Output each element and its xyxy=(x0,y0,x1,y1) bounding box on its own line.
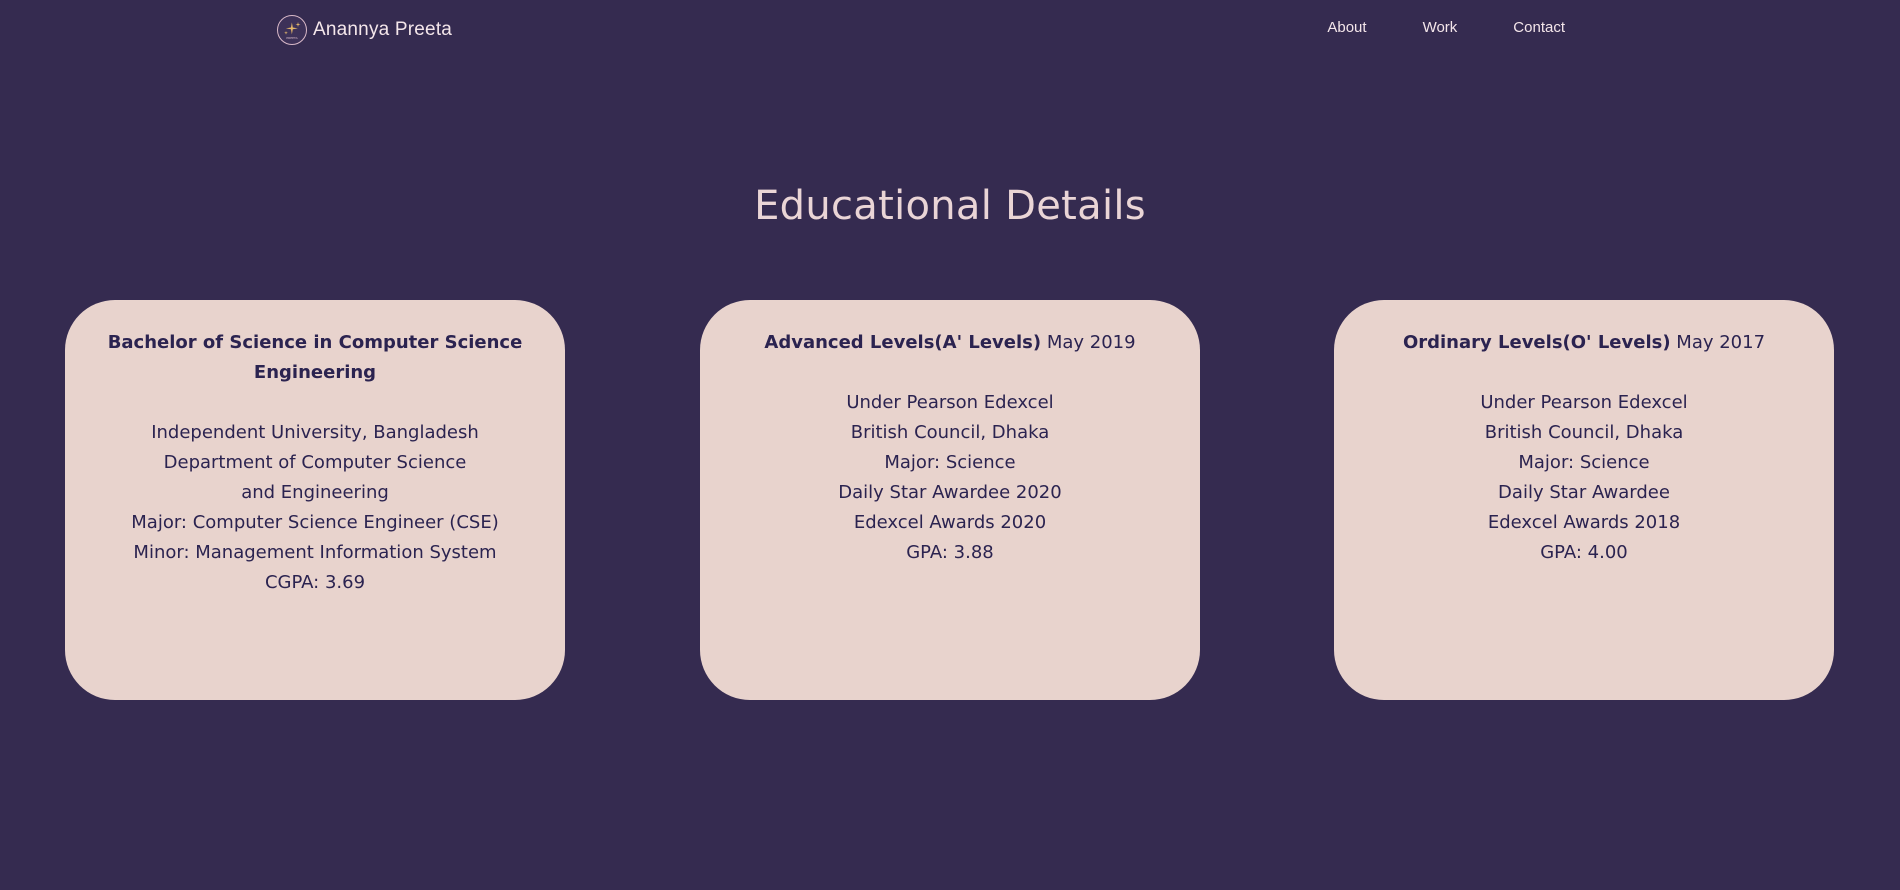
card-line: GPA: 4.00 xyxy=(1540,542,1628,563)
nav-link-work[interactable]: Work xyxy=(1423,19,1458,36)
card-line: Daily Star Awardee xyxy=(1498,482,1670,503)
card-title: Advanced Levels(A' Levels) xyxy=(764,332,1042,353)
card-date: May 2019 xyxy=(1046,332,1136,353)
card-line: British Council, Dhaka xyxy=(1484,422,1684,443)
education-card-o-levels: Ordinary Levels(O' Levels) May 2017 Unde… xyxy=(1334,300,1834,700)
card-line: and Engineering xyxy=(241,482,389,503)
card-title: Bachelor of Science in Computer Science … xyxy=(107,332,523,383)
card-line: Department of Computer Science xyxy=(163,452,467,473)
card-line: CGPA: 3.69 xyxy=(264,572,366,593)
brand-name[interactable]: Anannya Preeta xyxy=(313,19,452,41)
navbar: PREETA Anannya Preeta About Work Contact xyxy=(0,0,1900,60)
card-heading: Ordinary Levels(O' Levels) May 2017 xyxy=(1370,328,1798,358)
card-line: GPA: 3.88 xyxy=(906,542,994,563)
card-line: Edexcel Awards 2020 xyxy=(853,512,1047,533)
card-date: May 2017 xyxy=(1676,332,1766,353)
card-heading: Bachelor of Science in Computer Science … xyxy=(101,328,529,388)
logo-icon: PREETA xyxy=(277,15,307,45)
nav-link-about[interactable]: About xyxy=(1327,19,1366,36)
card-line: Major: Science xyxy=(1518,452,1650,473)
card-line: Major: Science xyxy=(884,452,1016,473)
logo-sparkle-icon: PREETA xyxy=(284,22,301,40)
nav-link-contact[interactable]: Contact xyxy=(1513,19,1565,36)
brand-home-link[interactable]: PREETA Anannya Preeta xyxy=(277,15,452,45)
education-card-bsc: Bachelor of Science in Computer Science … xyxy=(65,300,565,700)
card-line: Major: Computer Science Engineer (CSE) xyxy=(131,512,499,533)
card-line: Edexcel Awards 2018 xyxy=(1487,512,1681,533)
card-line: Minor: Management Information System xyxy=(133,542,497,563)
card-title: Ordinary Levels(O' Levels) xyxy=(1402,332,1671,353)
card-line: Independent University, Bangladesh xyxy=(151,422,479,443)
section-title: Educational Details xyxy=(754,183,1146,229)
card-line: British Council, Dhaka xyxy=(850,422,1050,443)
card-line: Under Pearson Edexcel xyxy=(846,392,1054,413)
card-line: Under Pearson Edexcel xyxy=(1480,392,1688,413)
card-line: Daily Star Awardee 2020 xyxy=(838,482,1062,503)
logo-text: PREETA xyxy=(286,36,298,40)
education-card-a-levels: Advanced Levels(A' Levels) May 2019 Unde… xyxy=(700,300,1200,700)
nav-links: About Work Contact xyxy=(1327,19,1565,36)
card-heading: Advanced Levels(A' Levels) May 2019 xyxy=(736,328,1164,358)
